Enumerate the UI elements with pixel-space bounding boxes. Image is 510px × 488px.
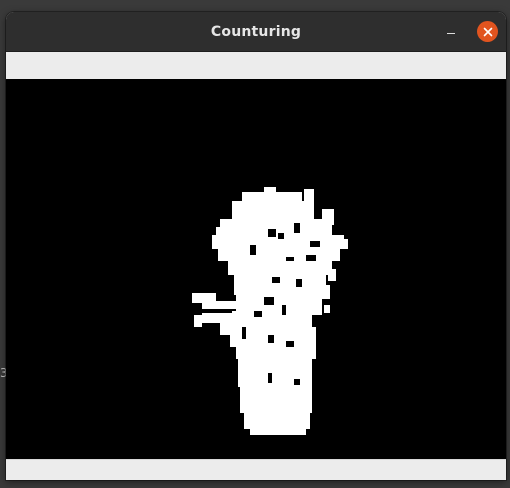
app-window: Counturing [6, 12, 506, 480]
minimize-button[interactable] [440, 21, 462, 43]
toolbar-area [6, 52, 506, 80]
minimize-icon [447, 32, 455, 35]
desktop: 3 Counturing [0, 0, 510, 488]
status-bar [6, 459, 506, 480]
title-bar[interactable]: Counturing [6, 12, 506, 52]
close-icon [483, 27, 492, 36]
close-button[interactable] [477, 21, 498, 42]
image-canvas[interactable] [6, 79, 506, 459]
contour-image [6, 79, 506, 459]
window-title: Counturing [210, 23, 302, 40]
